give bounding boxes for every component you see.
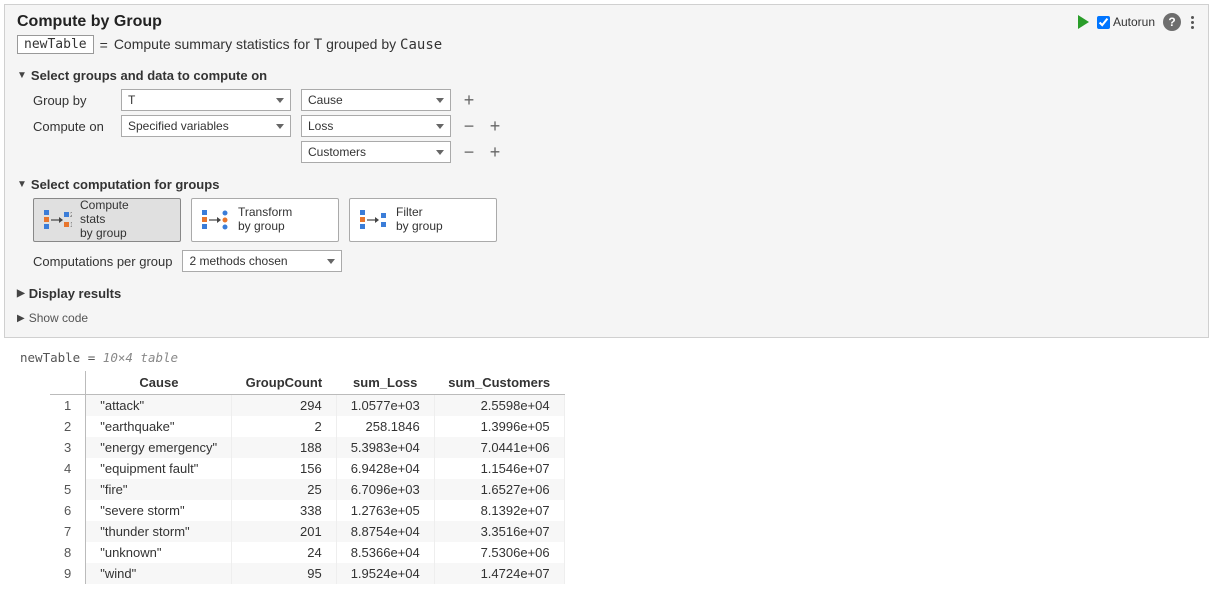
subtitle-mid: grouped by	[322, 36, 400, 52]
transform-mode-button[interactable]: Transformby group	[191, 198, 339, 242]
computeon-var2-select[interactable]: Customers	[301, 141, 451, 163]
groupby-table-select[interactable]: T	[121, 89, 291, 111]
show-code-label: Show code	[29, 311, 88, 325]
output-table: Cause GroupCount sum_Loss sum_Customers …	[50, 371, 565, 584]
col-sumloss: sum_Loss	[336, 371, 434, 395]
autorun-checkbox-label[interactable]: Autorun	[1097, 15, 1155, 29]
collapse-icon: ▼	[17, 179, 27, 190]
show-code-toggle[interactable]: ▶ Show code	[17, 311, 1196, 325]
computeon-var2-add-button[interactable]: +	[487, 145, 503, 159]
table-row: 8"unknown"248.5366e+047.5306e+06	[50, 542, 564, 563]
autorun-checkbox[interactable]	[1097, 16, 1110, 29]
groupby-variable-select[interactable]: Cause	[301, 89, 451, 111]
table-row: 3"energy emergency"1885.3983e+047.0441e+…	[50, 437, 564, 458]
collapse-icon: ▼	[17, 70, 27, 81]
expand-icon: ▶	[17, 313, 25, 324]
table-row: 5"fire"256.7096e+031.6527e+06	[50, 479, 564, 500]
expand-icon: ▶	[17, 288, 25, 299]
subtitle-text: Compute summary statistics for T grouped…	[114, 36, 442, 53]
transform-icon	[202, 208, 230, 232]
help-icon[interactable]: ?	[1163, 13, 1181, 31]
subtitle-var: T	[314, 37, 322, 53]
subtitle-prefix: Compute summary statistics for	[114, 36, 314, 52]
computeon-var1-select[interactable]: Loss	[301, 115, 451, 137]
table-row: 6"severe storm"3381.2763e+058.1392e+07	[50, 500, 564, 521]
table-row: 1"attack"2941.0577e+032.5598e+04	[50, 395, 564, 417]
autorun-text: Autorun	[1113, 15, 1155, 29]
groupby-label: Group by	[33, 93, 111, 108]
page-title: Compute by Group	[17, 13, 442, 31]
table-row: 7"thunder storm"2018.8754e+043.3516e+07	[50, 521, 564, 542]
computeon-mode-select[interactable]: Specified variables	[121, 115, 291, 137]
svg-text:1: 1	[70, 222, 72, 229]
col-cause: Cause	[86, 371, 232, 395]
filter-icon	[360, 208, 388, 232]
equals-sign: =	[100, 37, 108, 53]
computations-per-group-select[interactable]: 2 methods chosen	[182, 250, 342, 272]
more-menu-icon[interactable]	[1189, 14, 1196, 31]
compute-stats-mode-button[interactable]: 2 1 Computestatsby group	[33, 198, 181, 242]
output-header: newTable = 10×4 table	[20, 350, 1193, 365]
table-row: 4"equipment fault"1566.9428e+041.1546e+0…	[50, 458, 564, 479]
subtitle-group: Cause	[400, 37, 442, 53]
section-display-title: Display results	[29, 286, 122, 301]
section-groups-data-title: Select groups and data to compute on	[31, 68, 267, 83]
col-groupcount: GroupCount	[232, 371, 337, 395]
filter-mode-button[interactable]: Filterby group	[349, 198, 497, 242]
output-variable-box[interactable]: newTable	[17, 35, 94, 54]
table-row: 9"wind"951.9524e+041.4724e+07	[50, 563, 564, 584]
section-computation-header[interactable]: ▼ Select computation for groups	[17, 177, 1196, 192]
computeon-var1-add-button[interactable]: +	[487, 119, 503, 133]
computeon-var1-remove-button[interactable]: −	[461, 119, 477, 133]
groupby-add-button[interactable]: +	[461, 93, 477, 107]
section-computation-title: Select computation for groups	[31, 177, 220, 192]
svg-text:2: 2	[70, 212, 72, 219]
run-icon[interactable]	[1078, 15, 1089, 29]
col-sumcustomers: sum_Customers	[434, 371, 564, 395]
section-display-header[interactable]: ▶ Display results	[17, 286, 1196, 301]
computeon-label: Compute on	[33, 119, 111, 134]
section-groups-data-header[interactable]: ▼ Select groups and data to compute on	[17, 68, 1196, 83]
table-row: 2"earthquake"2258.18461.3996e+05	[50, 416, 564, 437]
computations-per-group-label: Computations per group	[33, 254, 172, 269]
computeon-var2-remove-button[interactable]: −	[461, 145, 477, 159]
compute-stats-icon: 2 1	[44, 208, 72, 232]
